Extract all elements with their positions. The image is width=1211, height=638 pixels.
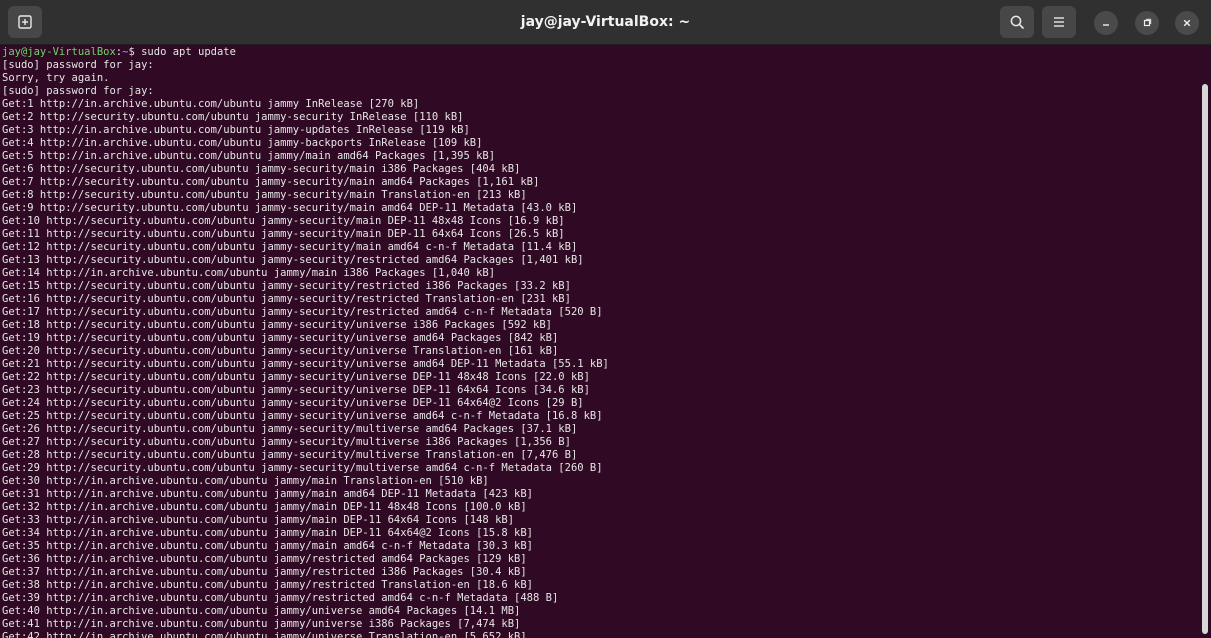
output-line: Get:38 http://in.archive.ubuntu.com/ubun… (2, 579, 534, 591)
output-line: Get:34 http://in.archive.ubuntu.com/ubun… (2, 527, 534, 539)
search-button[interactable] (1000, 6, 1034, 38)
scrollbar-thumb[interactable] (1202, 84, 1208, 634)
output-line: Get:10 http://security.ubuntu.com/ubuntu… (2, 215, 565, 227)
search-icon (1010, 15, 1024, 29)
output-line: Get:4 http://in.archive.ubuntu.com/ubunt… (2, 137, 483, 149)
output-line: Get:9 http://security.ubuntu.com/ubuntu … (2, 202, 578, 214)
output-line: Get:11 http://security.ubuntu.com/ubuntu… (2, 228, 565, 240)
output-line: Get:14 http://in.archive.ubuntu.com/ubun… (2, 267, 496, 279)
output-line: Get:5 http://in.archive.ubuntu.com/ubunt… (2, 150, 496, 162)
output-line: Get:13 http://security.ubuntu.com/ubuntu… (2, 254, 584, 266)
output-line: Get:7 http://security.ubuntu.com/ubuntu … (2, 176, 540, 188)
output-line: Get:23 http://security.ubuntu.com/ubuntu… (2, 384, 590, 396)
output-line: Get:19 http://security.ubuntu.com/ubuntu… (2, 332, 559, 344)
output-line: Get:16 http://security.ubuntu.com/ubuntu… (2, 293, 571, 305)
minimize-button[interactable] (1094, 11, 1118, 35)
output-line: Get:6 http://security.ubuntu.com/ubuntu … (2, 163, 521, 175)
close-button[interactable] (1175, 11, 1199, 35)
output-line: Sorry, try again. (2, 72, 110, 84)
output-line: Get:20 http://security.ubuntu.com/ubuntu… (2, 345, 559, 357)
output-line: Get:26 http://security.ubuntu.com/ubuntu… (2, 423, 578, 435)
output-line: Get:36 http://in.archive.ubuntu.com/ubun… (2, 553, 527, 565)
output-line: Get:32 http://in.archive.ubuntu.com/ubun… (2, 501, 527, 513)
title-bar[interactable]: jay@jay-VirtualBox: ~ (0, 0, 1211, 45)
maximize-icon (1143, 18, 1152, 27)
output-line: [sudo] password for jay: (2, 85, 154, 97)
output-line: Get:17 http://security.ubuntu.com/ubuntu… (2, 306, 603, 318)
output-line: Get:37 http://in.archive.ubuntu.com/ubun… (2, 566, 527, 578)
terminal-lines: jay@jay-VirtualBox:~$ sudo apt update [s… (2, 46, 609, 638)
output-line: Get:40 http://in.archive.ubuntu.com/ubun… (2, 605, 521, 617)
output-line: Get:1 http://in.archive.ubuntu.com/ubunt… (2, 98, 420, 110)
prompt-symbol: $ (128, 46, 142, 58)
output-line: Get:29 http://security.ubuntu.com/ubuntu… (2, 462, 603, 474)
maximize-button[interactable] (1135, 11, 1159, 35)
output-line: Get:27 http://security.ubuntu.com/ubuntu… (2, 436, 571, 448)
output-line: Get:22 http://security.ubuntu.com/ubuntu… (2, 371, 590, 383)
prompt-line: jay@jay-VirtualBox:~$ sudo apt update (2, 46, 609, 59)
close-icon (1183, 19, 1191, 27)
prompt-command: sudo apt update (141, 46, 236, 58)
output-line: Get:42 http://in.archive.ubuntu.com/ubun… (2, 631, 527, 638)
prompt-user-host: jay@jay-VirtualBox (2, 46, 116, 58)
menu-button[interactable] (1042, 6, 1076, 38)
output-line: Get:12 http://security.ubuntu.com/ubuntu… (2, 241, 578, 253)
hamburger-menu-icon (1054, 17, 1064, 27)
output-line: Get:28 http://security.ubuntu.com/ubuntu… (2, 449, 578, 461)
output-line: Get:8 http://security.ubuntu.com/ubuntu … (2, 189, 527, 201)
output-line: Get:31 http://in.archive.ubuntu.com/ubun… (2, 488, 534, 500)
minimize-icon (1103, 24, 1109, 26)
output-line: Get:3 http://in.archive.ubuntu.com/ubunt… (2, 124, 470, 136)
output-line: Get:35 http://in.archive.ubuntu.com/ubun… (2, 540, 534, 552)
terminal-output[interactable]: jay@jay-VirtualBox:~$ sudo apt update [s… (0, 45, 1211, 638)
output-line: [sudo] password for jay: (2, 59, 154, 71)
output-line: Get:15 http://security.ubuntu.com/ubuntu… (2, 280, 571, 292)
output-line: Get:39 http://in.archive.ubuntu.com/ubun… (2, 592, 559, 604)
output-line: Get:24 http://security.ubuntu.com/ubuntu… (2, 397, 584, 409)
output-line: Get:41 http://in.archive.ubuntu.com/ubun… (2, 618, 521, 630)
output-line: Get:33 http://in.archive.ubuntu.com/ubun… (2, 514, 515, 526)
output-line: Get:25 http://security.ubuntu.com/ubuntu… (2, 410, 603, 422)
output-line: Get:21 http://security.ubuntu.com/ubuntu… (2, 358, 609, 370)
output-line: Get:30 http://in.archive.ubuntu.com/ubun… (2, 475, 489, 487)
terminal-window: jay@jay-VirtualBox: ~ jay@jay-VirtualBox… (0, 0, 1211, 638)
output-line: Get:2 http://security.ubuntu.com/ubuntu … (2, 111, 464, 123)
output-line: Get:18 http://security.ubuntu.com/ubuntu… (2, 319, 552, 331)
